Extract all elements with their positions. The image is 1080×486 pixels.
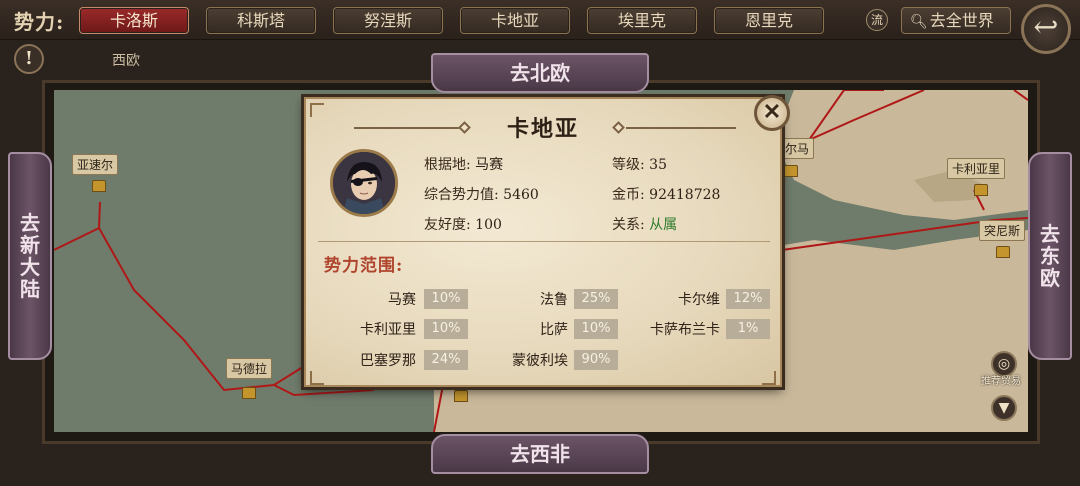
scope-city-share: 10%	[574, 319, 618, 339]
flow-button[interactable]: 流	[866, 9, 888, 31]
level-info: 等级: 35	[612, 154, 667, 174]
back-button[interactable]: ↩	[1021, 4, 1071, 54]
relation-label: 关系:	[612, 217, 645, 233]
scope-city-name: 马赛	[388, 292, 416, 308]
gold-value: 92418728	[649, 187, 721, 203]
scope-city-name: 法鲁	[540, 292, 568, 308]
city-icon[interactable]	[92, 180, 106, 192]
go-east-label: 去东欧	[1040, 222, 1060, 290]
friendship-label: 友好度:	[424, 217, 471, 233]
scope-city-share: 12%	[726, 289, 770, 309]
city-icon[interactable]	[974, 184, 988, 196]
tab-faction-5[interactable]: 埃里克	[587, 7, 697, 34]
go-east-button[interactable]: 去东欧	[1028, 152, 1072, 360]
close-icon: ✕	[762, 99, 782, 125]
scope-city-name: 卡尔维	[678, 292, 720, 308]
tab-faction-4[interactable]: 卡地亚	[460, 7, 570, 34]
world-button-label: 去全世界	[929, 11, 994, 30]
city-icon[interactable]	[454, 390, 468, 402]
scope-city-name: 比萨	[540, 322, 568, 338]
tab-faction-2[interactable]: 科斯塔	[206, 7, 316, 34]
scope-city-share: 1%	[726, 319, 770, 339]
city-icon[interactable]	[784, 165, 798, 177]
scope-city-share: 10%	[424, 289, 468, 309]
power-label: 综合势力值:	[424, 187, 499, 203]
tab-faction-3[interactable]: 努涅斯	[333, 7, 443, 34]
go-south-button[interactable]: 去西非	[431, 434, 649, 474]
city-label-madeira[interactable]: 马德拉	[226, 358, 273, 379]
scroll-down-button[interactable]: ▼	[991, 395, 1017, 421]
scope-title: 势力范围:	[324, 256, 404, 276]
scope-city-share: 24%	[424, 350, 468, 370]
scope-city-share: 10%	[424, 319, 468, 339]
level-label: 等级:	[612, 157, 645, 173]
city-label-tunis[interactable]: 突尼斯	[979, 220, 1026, 241]
corner-ornament	[310, 371, 324, 385]
alert-button[interactable]: !	[14, 44, 44, 74]
scope-city-share: 25%	[574, 289, 618, 309]
compass-icon: ◎	[997, 356, 1011, 372]
friendship-info: 友好度: 100	[424, 214, 502, 234]
back-arrow-icon: ↩	[1033, 10, 1059, 45]
chevron-down-icon: ▼	[998, 400, 1010, 416]
avatar-portrait	[333, 152, 395, 214]
city-label-partial[interactable]: 尔马	[780, 138, 815, 159]
gold-info: 金币: 92418728	[612, 184, 720, 204]
power-info: 综合势力值: 5460	[424, 184, 539, 204]
trade-recommend-label: 推荐贸易	[981, 376, 1021, 387]
dialog-divider	[318, 241, 770, 242]
scope-city-name: 巴塞罗那	[360, 353, 416, 369]
faction-bar: 势力: 卡洛斯 科斯塔 努涅斯 卡地亚 埃里克 恩里克 流 🔍︎ 去全世界	[0, 0, 1080, 40]
scope-city-name: 蒙彼利埃	[512, 353, 568, 369]
scope-city-share: 90%	[574, 350, 618, 370]
city-label-azores[interactable]: 亚速尔	[72, 154, 119, 175]
relation-value: 从属	[649, 217, 678, 233]
scope-city-name: 卡萨布兰卡	[650, 322, 720, 338]
dialog-title: 卡地亚	[506, 116, 579, 142]
base-value: 马赛	[475, 157, 504, 173]
tab-faction-1[interactable]: 卡洛斯	[79, 7, 189, 34]
scope-city-name: 卡利亚里	[360, 322, 416, 338]
corner-ornament	[762, 371, 776, 385]
faction-label: 势力:	[14, 10, 65, 34]
avatar	[330, 149, 398, 217]
go-west-button[interactable]: 去新大陆	[8, 152, 52, 360]
world-button[interactable]: 🔍︎ 去全世界	[901, 7, 1011, 34]
gold-label: 金币:	[612, 187, 645, 203]
city-icon[interactable]	[242, 387, 256, 399]
go-west-label: 去新大陆	[20, 211, 40, 301]
region-label: 西欧	[112, 53, 140, 69]
relation-info: 关系: 从属	[612, 214, 677, 234]
close-button[interactable]: ✕	[754, 95, 790, 131]
city-label-cagliari[interactable]: 卡利亚里	[947, 158, 1006, 179]
base-label: 根据地:	[424, 157, 471, 173]
power-value: 5460	[503, 187, 539, 203]
city-icon[interactable]	[996, 246, 1010, 258]
go-north-button[interactable]: 去北欧	[431, 53, 649, 93]
base-info: 根据地: 马赛	[424, 154, 503, 174]
faction-info-dialog: 卡地亚 ✕ 根据地: 马赛 等级: 35 综合势力值: 5460 金币: 924…	[304, 95, 790, 387]
tab-faction-6[interactable]: 恩里克	[714, 7, 824, 34]
friendship-value: 100	[475, 217, 502, 233]
search-icon: 🔍︎	[910, 14, 928, 30]
level-value: 35	[649, 157, 667, 173]
